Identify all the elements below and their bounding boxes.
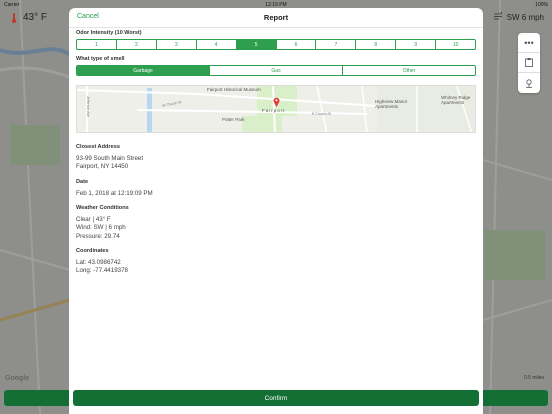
location-map[interactable]: Jefferson Ave Fairport Historical Museum… xyxy=(76,85,476,133)
latitude-value: Lat: 43.0986742 xyxy=(76,258,121,266)
temperature-display: 43° F xyxy=(10,12,47,23)
coordinates-section: Coordinates Lat: 43.0986742 Long: -77.44… xyxy=(76,247,128,276)
odor-option-4[interactable]: 4 xyxy=(197,40,237,49)
odor-option-2[interactable]: 2 xyxy=(117,40,157,49)
weather-section: Weather Conditions Clear | 43° F Wind: S… xyxy=(76,204,129,241)
report-modal: Cancel Report Odor Intensity (10 Worst) … xyxy=(69,8,483,414)
weather-line3: Pressure: 29.74 xyxy=(76,232,120,240)
map-scale: 0.5 miles xyxy=(523,375,544,381)
odor-option-9[interactable]: 9 xyxy=(396,40,437,49)
map-label-highview: Highview Manor Apartments xyxy=(375,99,408,109)
google-logo: Google xyxy=(5,375,30,382)
address-section: Closest Address 93-99 South Main Street … xyxy=(76,143,143,172)
weather-line2: Wind: SW | 6 mph xyxy=(76,224,126,231)
smell-option-garbage[interactable]: Garbage xyxy=(77,66,210,75)
thermometer-icon xyxy=(10,12,18,23)
wind-value: SW 6 mph xyxy=(506,12,544,22)
smell-type-label: What type of smell xyxy=(76,56,125,62)
address-line2: Fairport, NY 14450 xyxy=(76,163,129,170)
map-label-e-church: E Church St xyxy=(312,112,331,116)
odor-option-7[interactable]: 7 xyxy=(316,40,357,49)
more-icon[interactable]: ••• xyxy=(518,33,540,53)
weather-title: Weather Conditions xyxy=(76,205,129,211)
odor-option-3[interactable]: 3 xyxy=(157,40,197,49)
smell-option-gas[interactable]: Gas xyxy=(210,66,343,75)
temperature-value: 43° F xyxy=(23,12,48,23)
wind-icon xyxy=(493,10,503,22)
modal-title: Report xyxy=(263,13,289,22)
battery-label: 100% xyxy=(535,2,548,8)
coordinates-title: Coordinates xyxy=(76,248,109,254)
longitude-value: Long: -77.4419378 xyxy=(76,267,128,274)
date-value: Feb 1, 2018 at 12:19:09 PM xyxy=(76,189,153,197)
modal-header: Cancel Report xyxy=(69,8,483,28)
odor-option-5[interactable]: 5 xyxy=(236,40,277,49)
location-pin-icon[interactable] xyxy=(518,73,540,93)
map-label-jefferson: Jefferson Ave xyxy=(86,96,90,118)
address-title: Closest Address xyxy=(76,144,120,150)
date-title: Date xyxy=(76,179,89,185)
map-label-potter-park: Potter Park xyxy=(222,117,245,122)
address-line1: 93-99 South Main Street xyxy=(76,154,144,162)
date-section: Date Feb 1, 2018 at 12:19:09 PM xyxy=(76,178,153,198)
wind-display: SW 6 mph xyxy=(493,10,544,22)
smell-option-other[interactable]: Other xyxy=(343,66,475,75)
map-label-historical: Fairport Historical Museum xyxy=(207,87,261,92)
odor-intensity-selector: 1 2 3 4 5 6 7 8 9 10 xyxy=(76,39,476,50)
odor-option-10[interactable]: 10 xyxy=(436,40,475,49)
map-label-whitney: Whitney Ridge Apartments xyxy=(441,95,471,105)
map-tools: ••• xyxy=(518,33,540,93)
odor-option-1[interactable]: 1 xyxy=(77,40,117,49)
odor-option-6[interactable]: 6 xyxy=(277,40,317,49)
odor-option-8[interactable]: 8 xyxy=(356,40,397,49)
smell-type-selector: Garbage Gas Other xyxy=(76,65,476,76)
odor-intensity-label: Odor Intensity (10 Worst) xyxy=(76,30,142,36)
map-label-fairport: Fairport xyxy=(262,108,286,113)
confirm-button[interactable]: Confirm xyxy=(73,390,479,406)
weather-line1: Clear | 43° F xyxy=(76,215,111,223)
clipboard-icon[interactable] xyxy=(518,53,540,73)
